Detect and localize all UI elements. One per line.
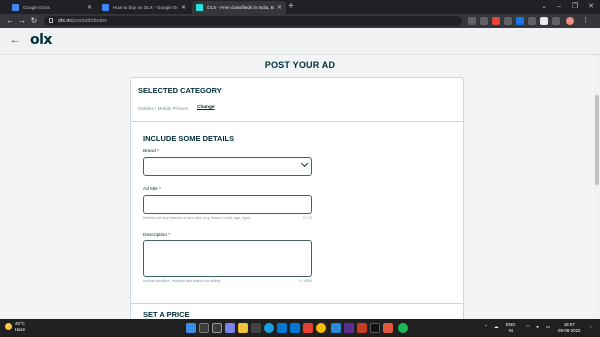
description-textarea[interactable] [143, 240, 312, 277]
weather-widget[interactable]: 45°C Haze [15, 321, 25, 333]
tab-strip: Google Docs ✕ How to buy on OLX - Google… [0, 0, 600, 14]
olx-favicon-icon [196, 4, 203, 11]
region-text: IN [508, 328, 513, 333]
tab-olx[interactable]: OLX - Free classifieds in India, Bu... ✕ [192, 1, 286, 14]
address-bar[interactable]: olx.in/post/attributes [44, 16, 462, 26]
spotify-icon[interactable] [398, 323, 408, 333]
close-window-button[interactable]: ✕ [582, 0, 600, 14]
tab-title: OLX - Free classifieds in India, Bu... [207, 5, 274, 10]
mail-icon[interactable] [290, 323, 300, 333]
app-icon[interactable] [383, 323, 393, 333]
language-indicator[interactable]: ENG IN [506, 322, 516, 334]
post-ad-form: SELECTED CATEGORY Mobiles / Mobile Phone… [130, 77, 464, 322]
reload-icon[interactable]: ↻ [28, 15, 40, 27]
description-label: Description * [143, 233, 171, 238]
back-arrow-icon[interactable]: ← [10, 35, 20, 46]
puzzle-icon[interactable] [540, 17, 548, 25]
wifi-icon[interactable]: ◠ [526, 324, 530, 330]
lock-icon [49, 18, 53, 23]
extension-icon[interactable] [516, 17, 524, 25]
notification-icon[interactable]: ▫ [590, 324, 592, 330]
app-icon[interactable] [370, 323, 380, 333]
teams-icon[interactable] [225, 323, 235, 333]
change-category-link[interactable]: Change [197, 105, 215, 110]
search-icon[interactable] [199, 323, 209, 333]
tray-chevron-icon[interactable]: ⌃ [484, 324, 488, 330]
extension-icon[interactable] [552, 17, 560, 25]
star-icon[interactable] [480, 17, 488, 25]
tab-title: How to buy on OLX - Google Do... [113, 5, 178, 10]
ad-title-input[interactable] [143, 195, 312, 214]
chevron-down-icon [300, 159, 309, 168]
extension-icon[interactable] [528, 17, 536, 25]
description-help: Include condition, features and reason f… [143, 279, 221, 283]
google-docs-icon [12, 4, 19, 11]
olx-header: ← olx [0, 28, 600, 55]
back-arrow-icon[interactable]: ← [4, 15, 16, 27]
brand-label: Brand * [143, 149, 159, 154]
tab-title: Google Docs [23, 5, 50, 10]
weather-icon[interactable] [5, 323, 12, 330]
forward-arrow-icon[interactable]: → [16, 15, 28, 27]
page-scrollbar[interactable] [594, 55, 600, 319]
file-explorer-icon[interactable] [238, 323, 248, 333]
cloud-icon[interactable]: ☁ [494, 324, 498, 330]
share-icon[interactable] [468, 17, 476, 25]
office-icon[interactable] [303, 323, 313, 333]
extension-icon[interactable] [504, 17, 512, 25]
battery-icon[interactable]: ▭ [546, 324, 550, 330]
tab-how-to-buy[interactable]: How to buy on OLX - Google Do... ✕ [98, 1, 190, 14]
ad-title-counter: 0 / 70 [303, 216, 312, 220]
menu-icon[interactable]: ⋮ [582, 17, 590, 25]
app-icon[interactable] [357, 323, 367, 333]
new-tab-button[interactable]: + [288, 1, 294, 13]
details-heading: INCLUDE SOME DETAILS [143, 134, 235, 143]
close-icon[interactable]: ✕ [181, 4, 186, 11]
settings-icon[interactable] [251, 323, 261, 333]
url-text: olx.in/post/attributes [58, 18, 107, 24]
chrome-icon[interactable] [316, 323, 326, 333]
app-icon[interactable] [344, 323, 354, 333]
olx-logo[interactable]: olx [30, 32, 52, 48]
close-icon[interactable]: ✕ [277, 4, 282, 11]
taskbar: 45°C Haze ⌃ ☁ ENG IN ◠ ◂ ▭ 18:07 09-09-2… [0, 319, 600, 337]
vscode-icon[interactable] [331, 323, 341, 333]
page-title: POST YOUR AD [264, 60, 336, 70]
weather-text: Haze [15, 327, 26, 332]
task-view-icon[interactable] [212, 323, 222, 333]
scrollbar-thumb[interactable] [595, 95, 599, 185]
volume-icon[interactable]: ◂ [536, 324, 538, 330]
description-counter: 0 / 4096 [299, 279, 312, 283]
tab-google-docs[interactable]: Google Docs ✕ [8, 1, 96, 14]
extension-icon[interactable] [492, 17, 500, 25]
close-icon[interactable]: ✕ [87, 4, 92, 11]
start-icon[interactable] [186, 323, 196, 333]
date-text: 09-09-2022 [558, 328, 581, 333]
google-docs-icon [102, 4, 109, 11]
browser-toolbar: ← → ↻ olx.in/post/attributes ⋮ [0, 14, 600, 28]
ad-title-help: Mention the key features of your item (e… [143, 216, 251, 220]
ad-title-label: Ad title * [143, 187, 161, 192]
store-icon[interactable] [277, 323, 287, 333]
selected-category-heading: SELECTED CATEGORY [138, 86, 222, 95]
selected-category-section: SELECTED CATEGORY Mobiles / Mobile Phone… [131, 78, 463, 122]
price-heading: SET A PRICE [143, 310, 190, 319]
brand-select[interactable] [143, 157, 312, 176]
edge-icon[interactable] [264, 323, 274, 333]
category-breadcrumb: Mobiles / Mobile Phones [138, 106, 189, 111]
avatar[interactable] [566, 17, 574, 25]
clock[interactable]: 18:07 09-09-2022 [558, 322, 580, 334]
